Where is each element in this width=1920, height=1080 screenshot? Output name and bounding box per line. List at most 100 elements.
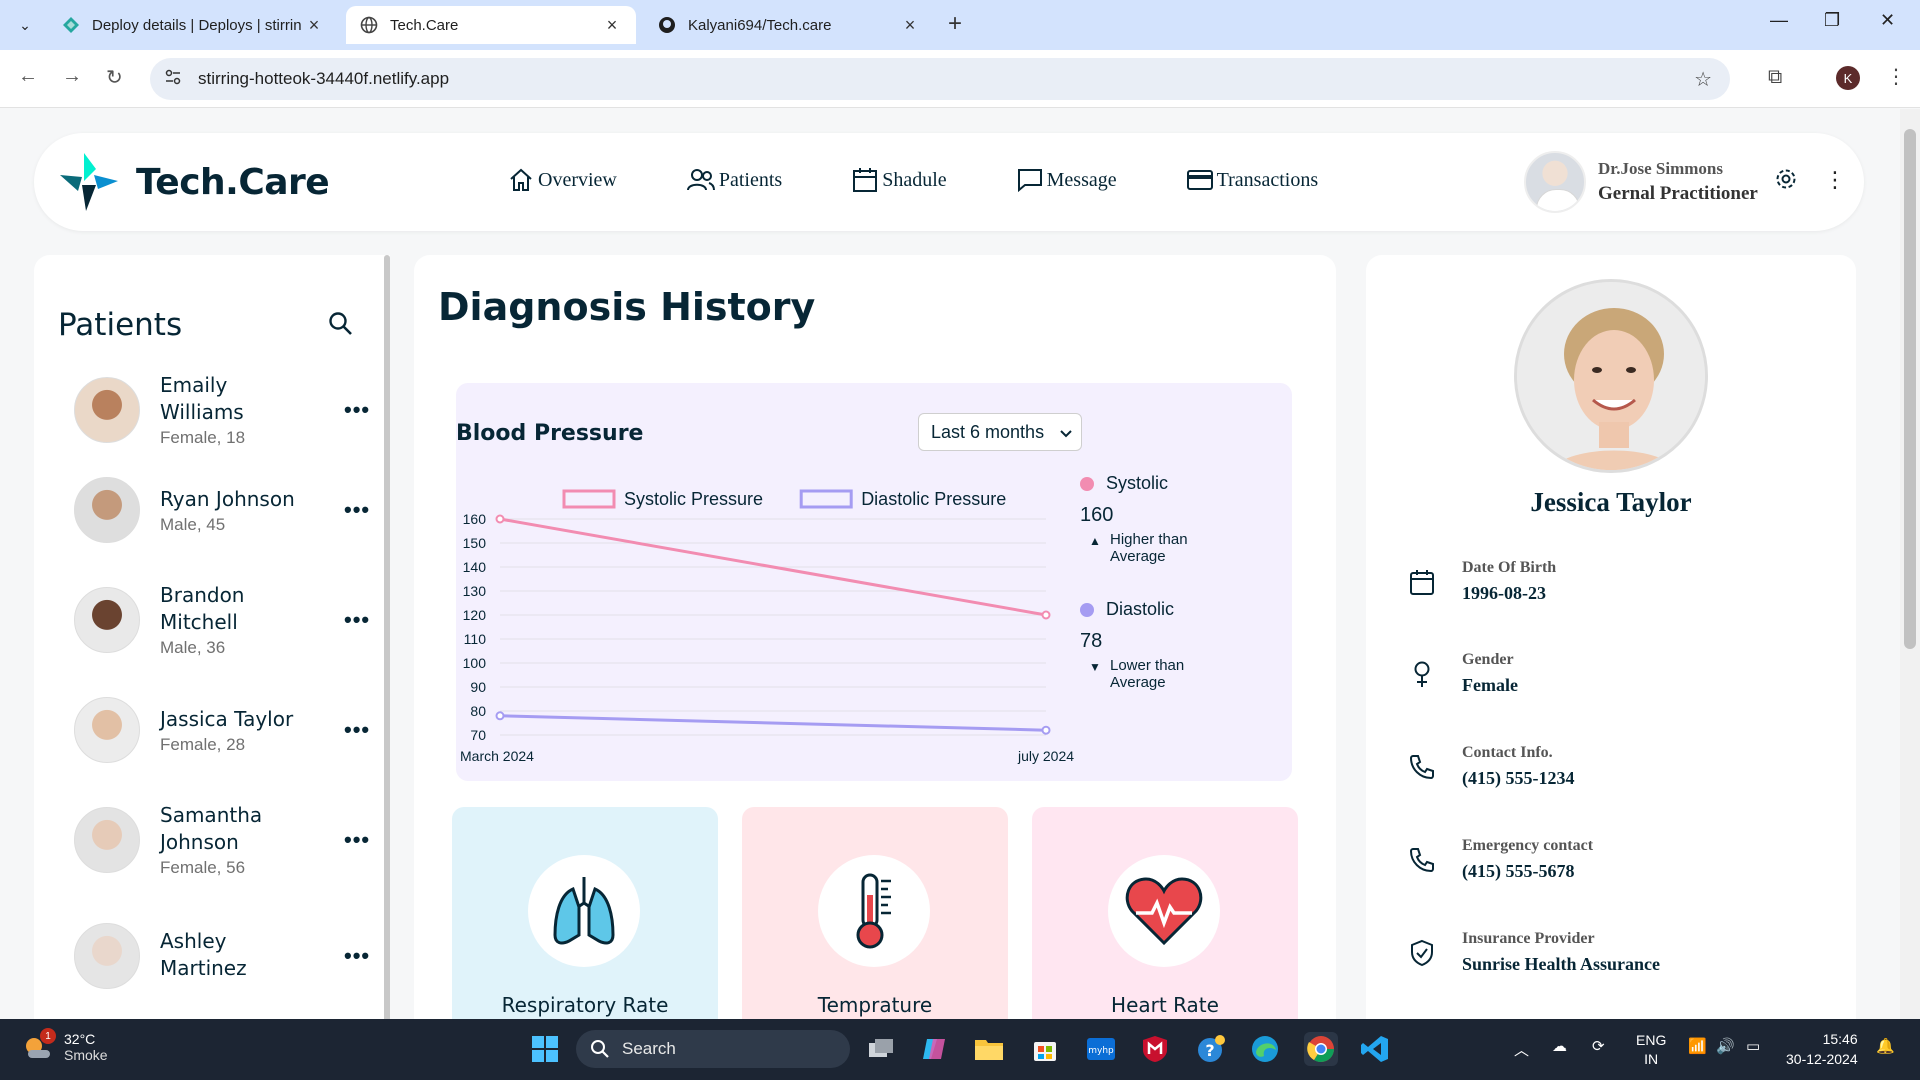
wifi-icon[interactable]: 📶 <box>1688 1037 1707 1055</box>
close-icon[interactable]: × <box>304 15 324 36</box>
patient-name: Samantha Johnson <box>160 803 263 854</box>
new-tab-button[interactable]: + <box>948 10 962 38</box>
field-value: 1996-08-23 <box>1462 583 1546 603</box>
taskbar-search[interactable]: Search <box>576 1030 850 1068</box>
patients-scrollbar[interactable] <box>384 255 390 1019</box>
copilot-icon[interactable] <box>918 1032 952 1066</box>
list-item[interactable]: Emaily Williams Female, 18 ••• <box>74 365 369 455</box>
y-tick-label: 90 <box>470 679 486 695</box>
more-horizontal-icon[interactable]: ••• <box>344 827 370 853</box>
language-indicator[interactable]: ENG IN <box>1636 1031 1666 1069</box>
globe-icon <box>360 16 378 34</box>
notification-bell-icon[interactable]: 🔔 <box>1876 1037 1895 1055</box>
myhp-icon[interactable]: myhp <box>1084 1032 1118 1066</box>
profile-photo <box>1514 279 1708 473</box>
x-tick-label: july 2024 <box>1017 748 1074 764</box>
task-view-icon[interactable] <box>864 1032 898 1066</box>
weather-widget[interactable]: 1 32°C Smoke <box>22 1028 108 1063</box>
nav-patients[interactable]: Patients <box>686 167 782 193</box>
close-icon[interactable]: × <box>602 15 622 36</box>
nav-overview[interactable]: Overview <box>508 167 617 193</box>
cloud-offline-icon[interactable]: ☁ <box>1552 1037 1567 1055</box>
vital-card-respiratory[interactable]: Respiratory Rate <box>452 807 718 1019</box>
microsoft-store-icon[interactable] <box>1028 1032 1062 1066</box>
edge-icon[interactable] <box>1248 1032 1282 1066</box>
more-horizontal-icon[interactable]: ••• <box>344 497 370 523</box>
vital-card-temperature[interactable]: Temprature <box>742 807 1008 1019</box>
vscode-icon[interactable] <box>1358 1032 1392 1066</box>
list-item[interactable]: Ashley Martinez ••• <box>74 911 369 1001</box>
tab-search-button[interactable]: ⌄ <box>12 12 38 38</box>
browser-tab[interactable]: Kalyani694/Tech.care × <box>644 6 934 44</box>
weather-icon: 1 <box>22 1028 56 1062</box>
field-label: Emergency contact <box>1462 837 1594 854</box>
nav-transactions[interactable]: Transactions <box>1186 167 1318 193</box>
y-tick-label: 80 <box>470 703 486 719</box>
window-close-icon[interactable]: ✕ <box>1880 10 1895 31</box>
extensions-icon[interactable]: ⧉ <box>1768 66 1782 89</box>
main-nav: Overview Patients Shadule Message Transa… <box>508 167 1388 193</box>
tab-title: Deploy details | Deploys | stirrin <box>92 16 302 34</box>
more-vertical-icon[interactable]: ⋮ <box>1824 167 1846 193</box>
minimize-icon[interactable]: — <box>1770 10 1788 31</box>
more-horizontal-icon[interactable]: ••• <box>344 607 370 633</box>
list-item[interactable]: Brandon Mitchell Male, 36 ••• <box>74 575 369 665</box>
search-icon <box>591 1040 609 1058</box>
svg-text:?: ? <box>1205 1041 1214 1060</box>
logo-icon <box>60 153 118 211</box>
profile-field-insurance: Insurance Provider Sunrise Health Assura… <box>1406 930 1660 975</box>
diastolic-stat: Diastolic 78 ▼ Lower than Average <box>1080 599 1200 691</box>
profile-avatar[interactable]: K <box>1836 66 1860 90</box>
help-icon[interactable]: ? <box>1194 1032 1228 1066</box>
browser-tab[interactable]: Deploy details | Deploys | stirrin × <box>48 6 338 44</box>
more-horizontal-icon[interactable]: ••• <box>344 943 370 969</box>
restore-icon[interactable]: ❐ <box>1824 10 1840 31</box>
browser-tab-active[interactable]: Tech.Care × <box>346 6 636 44</box>
system-clock[interactable]: 15:46 30-12-2024 <box>1786 1029 1858 1069</box>
scrollbar-thumb[interactable] <box>1904 129 1916 649</box>
mcafee-icon[interactable] <box>1138 1032 1172 1066</box>
chevron-up-icon[interactable]: ︿ <box>1514 1039 1529 1060</box>
vital-label: Temprature <box>817 993 933 1017</box>
doctor-profile[interactable]: Dr.Jose Simmons Gernal Practitioner <box>1524 151 1758 213</box>
vital-card-heart-rate[interactable]: Heart Rate <box>1032 807 1298 1019</box>
browser-menu-icon[interactable]: ⋮ <box>1886 64 1906 89</box>
field-value: (415) 555-1234 <box>1462 768 1575 788</box>
chrome-icon[interactable] <box>1304 1032 1338 1066</box>
page-scrollbar[interactable] <box>1900 109 1920 1019</box>
range-select[interactable]: Last 6 months <box>918 413 1082 451</box>
site-info-icon[interactable] <box>164 68 182 91</box>
sync-icon[interactable]: ⟳ <box>1592 1037 1605 1055</box>
systolic-note: Higher than Average <box>1110 531 1188 565</box>
profile-field-emergency: Emergency contact (415) 555-5678 <box>1406 837 1593 882</box>
nav-message[interactable]: Message <box>1017 167 1117 193</box>
y-tick-label: 100 <box>463 655 487 671</box>
taskbar: 1 32°C Smoke Search myhp ? ︿ ☁ ⟳ ENG IN … <box>0 1019 1920 1080</box>
volume-icon[interactable]: 🔊 <box>1716 1037 1735 1055</box>
list-item[interactable]: Jassica Taylor Female, 28 ••• <box>74 685 369 775</box>
patient-name: Jassica Taylor <box>160 706 294 731</box>
shield-icon <box>1406 939 1438 967</box>
more-horizontal-icon[interactable]: ••• <box>344 397 370 423</box>
gear-icon[interactable] <box>1774 167 1798 196</box>
back-icon[interactable]: ← <box>18 65 38 88</box>
forward-icon[interactable]: → <box>62 65 82 88</box>
field-value: Sunrise Health Assurance <box>1462 954 1661 974</box>
more-horizontal-icon[interactable]: ••• <box>344 717 370 743</box>
list-item[interactable]: Ryan Johnson Male, 45 ••• <box>74 465 369 555</box>
doctor-name: Dr.Jose Simmons <box>1598 159 1723 178</box>
nav-schedule[interactable]: Shadule <box>852 167 947 193</box>
heart-icon <box>1125 877 1203 946</box>
list-item[interactable]: Samantha Johnson Female, 56 ••• <box>74 795 369 885</box>
reload-icon[interactable]: ↻ <box>106 65 123 90</box>
windows-start-icon[interactable] <box>528 1032 562 1066</box>
file-explorer-icon[interactable] <box>972 1032 1006 1066</box>
field-label: Gender <box>1462 651 1514 668</box>
logo[interactable]: Tech.Care <box>58 151 330 213</box>
address-bar[interactable]: stirring-hotteok-34440f.netlify.app ☆ <box>150 58 1730 100</box>
search-icon[interactable] <box>328 311 354 342</box>
close-icon[interactable]: × <box>900 15 920 36</box>
bookmark-star-icon[interactable]: ☆ <box>1694 67 1712 92</box>
weather-badge: 1 <box>40 1028 56 1044</box>
battery-icon[interactable]: ▭ <box>1746 1037 1760 1055</box>
